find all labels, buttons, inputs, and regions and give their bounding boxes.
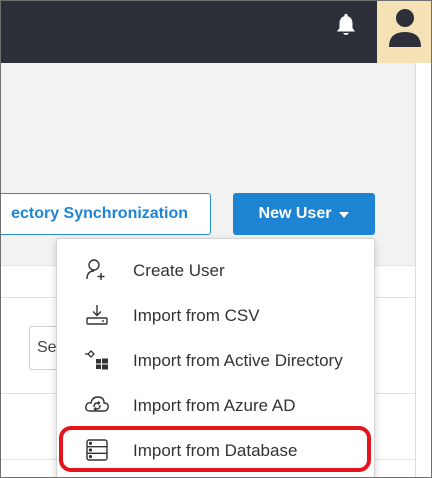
directory-synchronization-button[interactable]: ectory Synchronization [1, 193, 211, 235]
user-avatar-icon[interactable] [377, 1, 431, 63]
new-user-button[interactable]: New User [233, 193, 375, 235]
caret-down-icon [339, 212, 350, 218]
app-frame: ectory Synchronization New User Se Creat… [0, 0, 432, 478]
filter-select-value: Se [37, 339, 57, 356]
highlight-annotation [59, 426, 371, 472]
bell-icon[interactable] [334, 13, 358, 39]
add-user-icon [84, 258, 110, 282]
download-tray-icon [84, 303, 110, 327]
new-user-label: New User [258, 205, 332, 222]
top-nav-bar [1, 1, 431, 63]
directory-synchronization-label: ectory Synchronization [11, 205, 188, 222]
menu-item-import-csv[interactable]: Import from CSV [57, 293, 374, 338]
menu-item-create-user[interactable]: Create User [57, 248, 374, 293]
menu-item-label: Import from Active Directory [133, 351, 343, 370]
menu-item-label: Import from CSV [133, 306, 260, 325]
menu-item-label: Create User [133, 261, 225, 280]
menu-item-import-active-directory[interactable]: Import from Active Directory [57, 338, 374, 383]
vertical-scrollbar[interactable] [415, 63, 431, 477]
cloud-sync-icon [84, 393, 110, 417]
menu-item-import-azure-ad[interactable]: Import from Azure AD [57, 383, 374, 428]
menu-item-label: Import from Azure AD [133, 396, 296, 415]
windows-directory-icon [84, 348, 110, 372]
